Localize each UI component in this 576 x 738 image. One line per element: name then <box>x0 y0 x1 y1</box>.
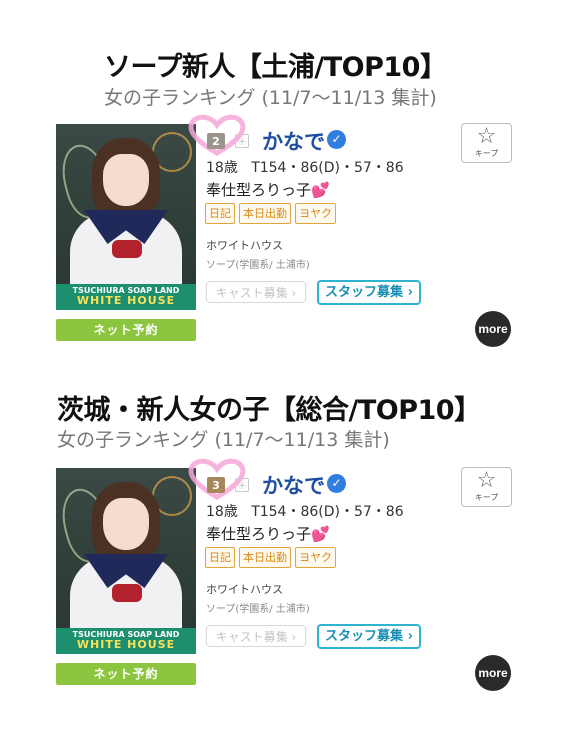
tag-today[interactable]: 本日出勤 <box>239 203 291 224</box>
cast-stats: 18歳 T154・86(D)・57・86 <box>206 501 404 521</box>
tag-today[interactable]: 本日出勤 <box>239 547 291 568</box>
tag-list: 日記 本日出勤 ヨヤク <box>205 203 336 224</box>
ranking-section-1: ソープ新人【土浦/TOP10】 女の子ランキング (11/7〜11/13 集計)… <box>0 0 576 347</box>
cast-photo[interactable]: TSUCHIURA SOAP LAND WHITE HOUSE <box>56 468 196 654</box>
keep-button[interactable]: ☆ キープ <box>461 123 512 163</box>
more-button[interactable]: more <box>475 311 511 347</box>
section-title: ソープ新人【土浦/TOP10】 <box>104 52 447 83</box>
catchphrase: 奉仕型ろりっ子💕 <box>206 181 330 199</box>
cast-measurements: T154・86(D)・57・86 <box>251 160 404 176</box>
cast-photo[interactable]: TSUCHIURA SOAP LAND WHITE HOUSE <box>56 124 196 310</box>
tag-diary[interactable]: 日記 <box>205 547 235 568</box>
keep-label: キープ <box>474 493 499 502</box>
cast-recruit-button[interactable]: キャスト募集 › <box>206 281 306 303</box>
shop-name[interactable]: ホワイトハウス <box>206 581 283 597</box>
tag-reserve[interactable]: ヨヤク <box>295 547 336 568</box>
cast-stats: 18歳 T154・86(D)・57・86 <box>206 157 404 177</box>
keep-button[interactable]: ☆ キープ <box>461 467 512 507</box>
shop-name[interactable]: ホワイトハウス <box>206 237 283 253</box>
heart-emoji-icon: 💕 <box>311 525 330 543</box>
cast-name[interactable]: かなで <box>262 126 325 156</box>
keep-label: キープ <box>474 149 499 158</box>
more-button[interactable]: more <box>475 655 511 691</box>
net-reservation-button[interactable]: ネット予約 <box>56 319 196 341</box>
crown-rank-icon: 3 <box>207 477 225 493</box>
net-reservation-button[interactable]: ネット予約 <box>56 663 196 685</box>
cast-measurements: T154・86(D)・57・86 <box>251 504 404 520</box>
cast-age: 18歳 <box>206 504 238 520</box>
section-subtitle: 女の子ランキング (11/7〜11/13 集計) <box>104 87 437 109</box>
photo-shop-banner: TSUCHIURA SOAP LAND WHITE HOUSE <box>56 628 196 654</box>
section-subtitle: 女の子ランキング (11/7〜11/13 集計) <box>57 429 390 451</box>
plus-icon[interactable]: + <box>235 478 249 492</box>
tag-list: 日記 本日出勤 ヨヤク <box>205 547 336 568</box>
shop-category: ソープ(学園系/ 土浦市) <box>206 604 310 615</box>
plus-icon[interactable]: + <box>235 134 249 148</box>
cast-name[interactable]: かなで <box>262 470 325 500</box>
staff-recruit-button[interactable]: スタッフ募集 › <box>317 280 421 305</box>
crown-rank-icon: 2 <box>207 133 225 149</box>
ranking-section-2: 茨城・新人女の子【総合/TOP10】 女の子ランキング (11/7〜11/13 … <box>0 344 576 691</box>
tag-diary[interactable]: 日記 <box>205 203 235 224</box>
catchphrase: 奉仕型ろりっ子💕 <box>206 525 330 543</box>
section-title: 茨城・新人女の子【総合/TOP10】 <box>57 395 481 426</box>
staff-recruit-button[interactable]: スタッフ募集 › <box>317 624 421 649</box>
heart-emoji-icon: 💕 <box>311 181 330 199</box>
verified-check-icon: ✓ <box>327 474 346 493</box>
photo-shop-banner: TSUCHIURA SOAP LAND WHITE HOUSE <box>56 284 196 310</box>
cast-recruit-button[interactable]: キャスト募集 › <box>206 625 306 647</box>
tag-reserve[interactable]: ヨヤク <box>295 203 336 224</box>
star-icon: ☆ <box>476 124 497 149</box>
star-icon: ☆ <box>476 468 497 493</box>
verified-check-icon: ✓ <box>327 130 346 149</box>
cast-age: 18歳 <box>206 160 238 176</box>
shop-category: ソープ(学園系/ 土浦市) <box>206 260 310 271</box>
